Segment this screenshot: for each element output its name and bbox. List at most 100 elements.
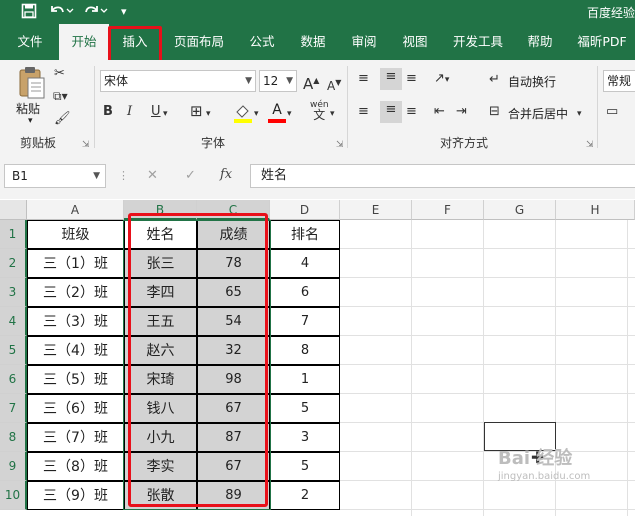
phonetic-dropdown-icon[interactable]: ▾	[330, 105, 335, 123]
decrease-font-size-icon[interactable]: A▼	[327, 74, 341, 95]
align-middle-icon[interactable]: ≡	[380, 68, 402, 90]
tab-data[interactable]: 数据	[291, 24, 335, 60]
cell-class[interactable]: 三（2）班	[27, 278, 124, 307]
cell-rank[interactable]: 1	[270, 365, 340, 394]
column-header-d[interactable]: D	[270, 200, 340, 220]
currency-icon[interactable]: ▭	[606, 103, 618, 121]
tab-file[interactable]: 文件	[8, 24, 52, 60]
tab-developer[interactable]: 开发工具	[445, 24, 511, 60]
number-format-value: 常规	[607, 74, 632, 88]
border-icon[interactable]: ⊞	[190, 102, 203, 120]
cell-rank[interactable]: 3	[270, 423, 340, 452]
row-header-7[interactable]: 7	[0, 394, 27, 423]
clipboard-launcher-icon[interactable]: ⇲	[82, 136, 90, 154]
cell-rank[interactable]: 5	[270, 452, 340, 481]
redo-icon[interactable]	[84, 3, 110, 24]
orientation-icon[interactable]: ↗▾	[434, 70, 449, 89]
row-header-4[interactable]: 4	[0, 307, 27, 336]
cell-class[interactable]: 三（5）班	[27, 365, 124, 394]
row-header-5[interactable]: 5	[0, 336, 27, 365]
column-header-g[interactable]: G	[484, 200, 556, 220]
formula-input[interactable]: 姓名	[250, 164, 635, 188]
row-header-8[interactable]: 8	[0, 423, 27, 452]
column-header-e[interactable]: E	[340, 200, 412, 220]
cell-rank[interactable]: 4	[270, 249, 340, 278]
font-name-select[interactable]: 宋体 ▼	[100, 70, 256, 92]
font-size-select[interactable]: 12 ▼	[259, 70, 297, 92]
underline-dropdown-icon[interactable]: ▾	[163, 105, 168, 123]
tab-page-layout[interactable]: 页面布局	[166, 24, 232, 60]
cell-rank[interactable]: 5	[270, 394, 340, 423]
row-header-9[interactable]: 9	[0, 452, 27, 481]
paste-icon[interactable]	[14, 66, 50, 100]
column-header-f[interactable]: F	[412, 200, 484, 220]
cell-class[interactable]: 三（3）班	[27, 307, 124, 336]
phonetic-icon[interactable]: wén 文	[310, 100, 329, 122]
merge-dropdown-icon[interactable]: ▾	[577, 105, 582, 123]
cell-a1[interactable]: 班级	[27, 220, 124, 249]
cell-class[interactable]: 三（7）班	[27, 423, 124, 452]
border-dropdown-icon[interactable]: ▾	[206, 105, 211, 123]
cell-class[interactable]: 三（8）班	[27, 452, 124, 481]
row-header-1[interactable]: 1	[0, 220, 27, 249]
tab-formulas[interactable]: 公式	[240, 24, 284, 60]
name-box[interactable]: B1 ▼	[4, 164, 106, 188]
tab-view[interactable]: 视图	[393, 24, 437, 60]
tab-review[interactable]: 审阅	[342, 24, 386, 60]
row-header-10[interactable]: 10	[0, 481, 27, 510]
cell-rank[interactable]: 8	[270, 336, 340, 365]
fill-color-dropdown-icon[interactable]: ▾	[254, 105, 259, 123]
italic-button[interactable]: I	[127, 103, 132, 121]
cell-g8-outline[interactable]	[484, 422, 556, 451]
cell-class[interactable]: 三（9）班	[27, 481, 124, 510]
select-all-corner[interactable]	[0, 200, 27, 220]
copy-icon[interactable]: ⧉▾	[53, 87, 68, 105]
cell-class[interactable]: 三（4）班	[27, 336, 124, 365]
paste-dropdown-icon[interactable]: ▾	[28, 116, 33, 126]
save-icon[interactable]	[21, 3, 37, 24]
paste-label[interactable]: 粘贴	[16, 100, 40, 117]
format-painter-icon[interactable]: 🖌	[54, 110, 71, 128]
cut-icon[interactable]: ✂	[54, 65, 65, 83]
font-color-icon[interactable]: A	[268, 102, 286, 124]
insert-function-icon[interactable]: fx	[220, 167, 232, 182]
cell-rank[interactable]: 2	[270, 481, 340, 510]
tab-help[interactable]: 帮助	[518, 24, 562, 60]
undo-icon[interactable]	[48, 3, 74, 24]
font-color-dropdown-icon[interactable]: ▾	[287, 105, 292, 123]
alignment-launcher-icon[interactable]: ⇲	[586, 136, 594, 154]
cell-d1[interactable]: 排名	[270, 220, 340, 249]
customize-qat-icon[interactable]: ▾	[121, 3, 127, 21]
enter-icon[interactable]: ✓	[185, 168, 196, 183]
merge-center-button[interactable]: 合并后居中	[508, 105, 568, 122]
align-center-icon[interactable]: ≡	[380, 101, 402, 123]
align-left-icon[interactable]: ≡	[358, 103, 369, 121]
cell-class[interactable]: 三（1）班	[27, 249, 124, 278]
column-header-h[interactable]: H	[556, 200, 635, 220]
row-header-6[interactable]: 6	[0, 365, 27, 394]
cancel-icon[interactable]: ✕	[147, 168, 158, 183]
chevron-down-icon: ▼	[245, 76, 252, 86]
column-header-a[interactable]: A	[27, 200, 124, 220]
number-format-select[interactable]: 常规	[603, 70, 635, 92]
row-header-2[interactable]: 2	[0, 249, 27, 278]
fill-color-icon[interactable]	[232, 102, 254, 124]
tab-home[interactable]: 开始	[59, 24, 109, 60]
underline-button[interactable]: U	[151, 103, 161, 121]
increase-font-size-icon[interactable]: A▲	[303, 72, 319, 93]
tab-foxit-pdf[interactable]: 福昕PDF	[570, 24, 634, 60]
wrap-text-icon[interactable]: ↵	[489, 71, 500, 89]
align-right-icon[interactable]: ≡	[406, 103, 417, 121]
align-bottom-icon[interactable]: ≡	[406, 70, 417, 88]
increase-indent-icon[interactable]: ⇥	[456, 103, 467, 121]
cell-rank[interactable]: 6	[270, 278, 340, 307]
cell-class[interactable]: 三（6）班	[27, 394, 124, 423]
cell-rank[interactable]: 7	[270, 307, 340, 336]
bold-button[interactable]: B	[103, 103, 113, 121]
merge-center-icon[interactable]: ⊟	[489, 103, 500, 121]
decrease-indent-icon[interactable]: ⇤	[434, 103, 445, 121]
wrap-text-button[interactable]: 自动换行	[508, 73, 556, 90]
row-header-3[interactable]: 3	[0, 278, 27, 307]
font-launcher-icon[interactable]: ⇲	[336, 136, 344, 154]
align-top-icon[interactable]: ≡	[358, 70, 369, 88]
